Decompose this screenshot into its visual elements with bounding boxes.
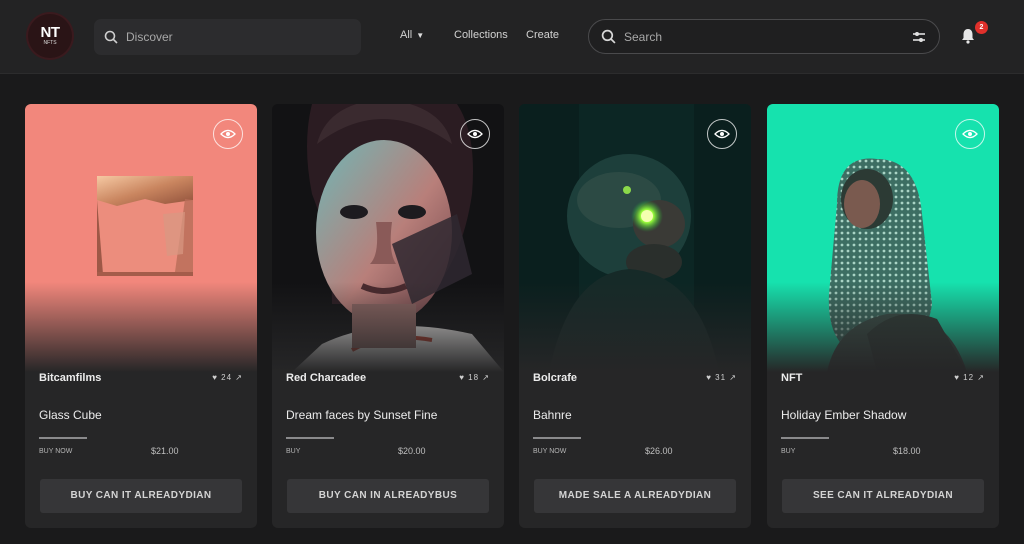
artwork-fade [272, 282, 504, 372]
nft-title: Dream faces by Sunset Fine [286, 408, 438, 422]
logo-text: NT [40, 23, 61, 41]
creator-name[interactable]: NFT [781, 372, 802, 384]
nav-all-label: All [400, 29, 413, 41]
buy-button[interactable]: SEE CAN IT ALREADYDIAN [782, 479, 984, 513]
likes-count: ♥ 12 ↗ [954, 373, 985, 382]
eye-icon[interactable] [213, 119, 243, 149]
nav-collections[interactable]: Collections [454, 29, 508, 41]
nav-create[interactable]: Create [526, 29, 559, 41]
discover-search-box[interactable] [94, 19, 361, 55]
nav-create-label: Create [526, 29, 560, 41]
creator-name[interactable]: Red Charcadee [286, 372, 366, 384]
nft-card[interactable]: Bitcamfilms ♥ 24 ↗ Glass Cube BUY NOW $2… [25, 104, 257, 528]
buy-button[interactable]: BUY CAN IT ALREADYDIAN [40, 479, 242, 513]
nft-card[interactable]: NFT ♥ 12 ↗ Holiday Ember Shadow BUY $18.… [767, 104, 999, 528]
price-label: BUY NOW [533, 448, 567, 455]
price-label: BUY NOW [39, 448, 73, 455]
nft-title: Bahnre [533, 408, 572, 422]
search-icon [104, 30, 118, 44]
divider [39, 437, 87, 439]
filter-icon[interactable] [911, 29, 927, 45]
search-icon [601, 29, 616, 44]
price-value: $20.00 [398, 446, 426, 456]
top-bar: NT NFTS All ▼ Collections Create [0, 0, 1024, 74]
logo[interactable]: NT NFTS [28, 14, 72, 58]
nft-title: Glass Cube [39, 408, 102, 422]
price-value: $18.00 [893, 446, 921, 456]
price-value: $26.00 [645, 446, 673, 456]
logo-subtext: NFTS [43, 39, 57, 46]
nft-artwork[interactable] [767, 104, 999, 372]
price-label: BUY [781, 448, 796, 455]
likes-count: ♥ 18 ↗ [459, 373, 490, 382]
notification-badge: 2 [975, 21, 988, 34]
creator-name[interactable]: Bolcrafe [533, 372, 577, 384]
eye-icon[interactable] [955, 119, 985, 149]
likes-count: ♥ 24 ↗ [212, 373, 243, 382]
creator-name[interactable]: Bitcamfilms [39, 372, 101, 384]
nft-artwork[interactable] [272, 104, 504, 372]
global-search-box[interactable] [588, 19, 940, 54]
nft-card[interactable]: Bolcrafe ♥ 31 ↗ Bahnre BUY NOW $26.00 MA… [519, 104, 751, 528]
nav-collections-label: Collections [454, 29, 508, 41]
artwork-fade [519, 282, 751, 372]
price-label: BUY [286, 448, 301, 455]
nft-artwork[interactable] [519, 104, 751, 372]
divider [533, 437, 581, 439]
nft-title: Holiday Ember Shadow [781, 408, 907, 422]
nft-card[interactable]: Red Charcadee ♥ 18 ↗ Dream faces by Suns… [272, 104, 504, 528]
likes-count: ♥ 31 ↗ [706, 373, 737, 382]
eye-icon[interactable] [460, 119, 490, 149]
nav-all[interactable]: All ▼ [400, 29, 424, 41]
global-search-input[interactable] [624, 29, 824, 44]
nft-artwork[interactable] [25, 104, 257, 372]
buy-button[interactable]: MADE SALE A ALREADYDIAN [534, 479, 736, 513]
divider [781, 437, 829, 439]
artwork-fade [25, 282, 257, 372]
discover-search-input[interactable] [126, 30, 326, 44]
artwork-fade [767, 282, 999, 372]
eye-icon[interactable] [707, 119, 737, 149]
buy-button[interactable]: BUY CAN IN ALREADYBUS [287, 479, 489, 513]
price-value: $21.00 [151, 446, 179, 456]
divider [286, 437, 334, 439]
chevron-down-icon: ▼ [416, 30, 425, 40]
